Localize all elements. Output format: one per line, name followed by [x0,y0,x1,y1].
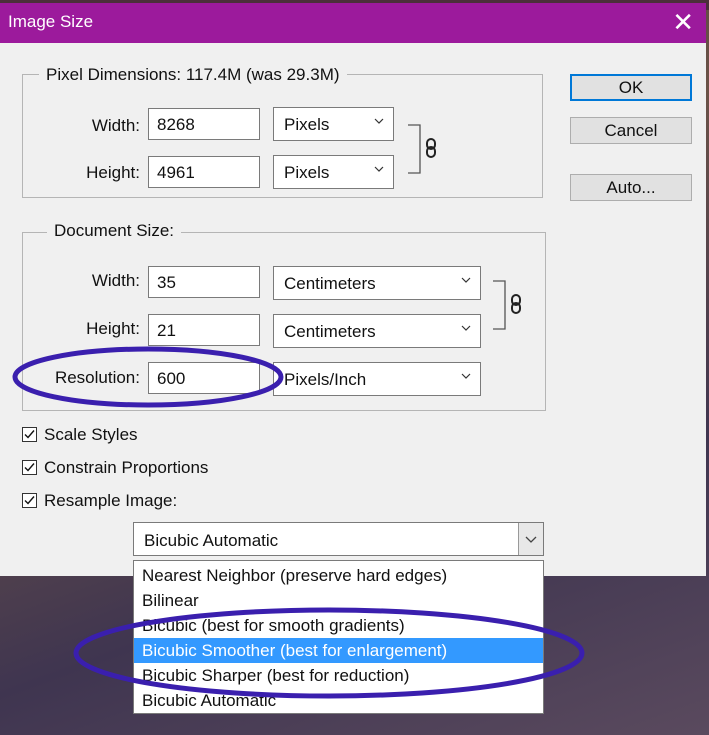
doc-width-unit-select[interactable]: Centimeters [273,266,481,300]
list-item[interactable]: Nearest Neighbor (preserve hard edges) [134,563,543,588]
list-item-highlighted[interactable]: Bicubic Smoother (best for enlargement) [134,638,543,663]
pixel-height-unit-select[interactable]: Pixels [273,155,394,189]
doc-height-unit-value: Centimeters [284,322,376,341]
constrain-proportions-label: Constrain Proportions [44,458,209,477]
doc-width-unit-value: Centimeters [284,274,376,293]
chevron-down-icon [461,325,471,331]
resolution-unit-value: Pixels/Inch [284,370,367,389]
resolution-field[interactable]: 600 [148,362,260,394]
image-size-dialog: Image Size ✕ Pixel Dimensions: 117.4M (w… [0,3,706,576]
doc-height-unit-select[interactable]: Centimeters [273,314,481,348]
pixel-width-unit-value: Pixels [284,115,330,134]
resample-method-dropdown-list: Nearest Neighbor (preserve hard edges) B… [133,560,544,714]
chevron-down-icon [374,166,384,172]
doc-width-field[interactable]: 35 [148,266,260,298]
chevron-down-icon [374,118,384,124]
scale-styles-label: Scale Styles [44,425,138,444]
pixel-width-field[interactable]: 8268 [148,108,260,140]
list-item[interactable]: Bicubic Automatic [134,688,543,713]
pixel-height-label: Height: [86,163,140,182]
link-icon[interactable] [406,123,446,175]
resolution-unit-select[interactable]: Pixels/Inch [273,362,481,396]
pixel-width-label: Width: [91,116,140,135]
dropdown-button[interactable] [518,523,543,555]
window-title: Image Size [8,12,94,31]
resample-method-select[interactable]: Bicubic Automatic [133,522,544,556]
title-bar: Image Size ✕ [0,3,706,43]
checkmark-icon [24,496,35,505]
pixel-dimensions-legend: Pixel Dimensions: 117.4M (was 29.3M) [39,65,347,85]
auto-button[interactable]: Auto... [570,174,692,201]
doc-height-label: Height: [86,319,140,338]
cancel-button[interactable]: Cancel [570,117,692,144]
pixel-width-unit-select[interactable]: Pixels [273,107,394,141]
link-icon[interactable] [491,279,531,331]
doc-height-field[interactable]: 21 [148,314,260,346]
chevron-down-icon [461,277,471,283]
resolution-label: Resolution: [54,368,140,387]
pixel-height-field[interactable]: 4961 [148,156,260,188]
chevron-down-icon [525,536,537,543]
resample-image-label: Resample Image: [44,491,178,510]
doc-width-label: Width: [91,271,140,290]
pixel-height-unit-value: Pixels [284,163,330,182]
checkbox-box[interactable] [22,493,37,508]
chevron-down-icon [461,373,471,379]
close-icon[interactable]: ✕ [672,7,694,37]
checkbox-box[interactable] [22,460,37,475]
list-item[interactable]: Bicubic Sharper (best for reduction) [134,663,543,688]
checkmark-icon [24,430,35,439]
resample-method-value: Bicubic Automatic [144,531,279,550]
ok-button[interactable]: OK [570,74,692,101]
checkmark-icon [24,463,35,472]
checkbox-box[interactable] [22,427,37,442]
document-size-legend: Document Size: [47,221,181,241]
list-item[interactable]: Bicubic (best for smooth gradients) [134,613,543,638]
list-item[interactable]: Bilinear [134,588,543,613]
